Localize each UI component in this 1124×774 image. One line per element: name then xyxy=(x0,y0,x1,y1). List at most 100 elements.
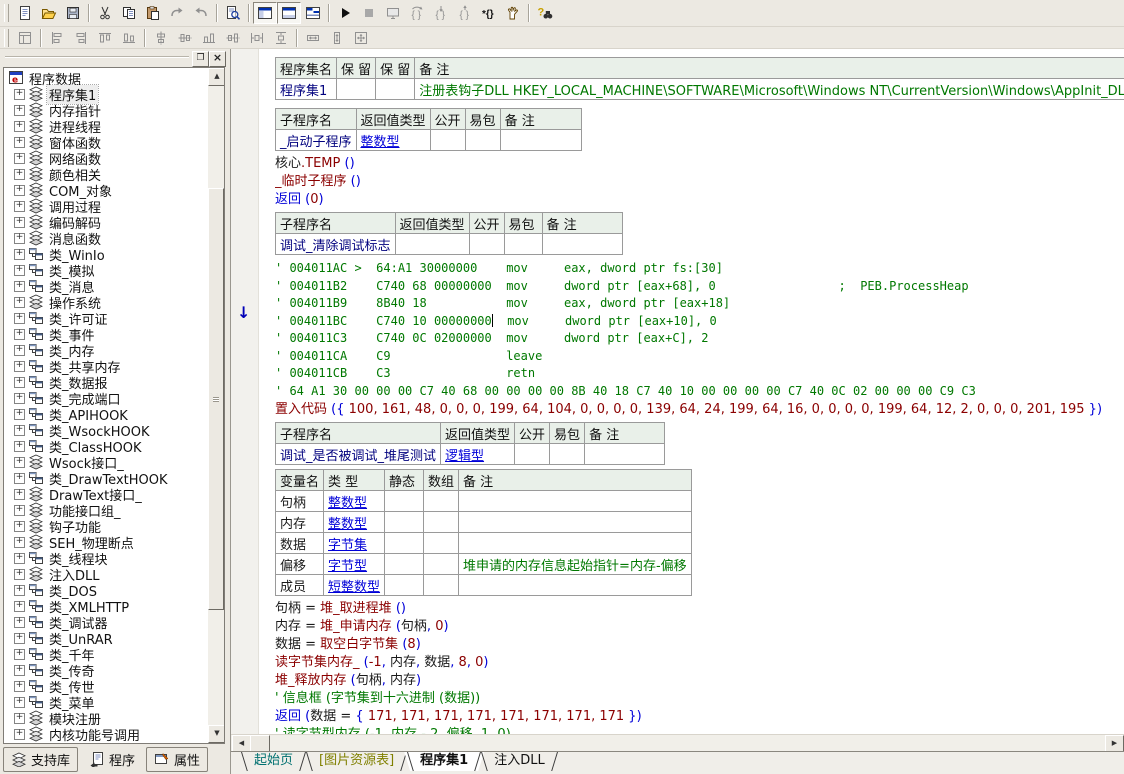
save-button[interactable] xyxy=(61,2,85,24)
window-layout-3-button[interactable] xyxy=(301,2,325,24)
expand-icon[interactable]: + xyxy=(14,313,25,324)
scroll-down-icon[interactable]: ▼ xyxy=(208,725,225,743)
code-line[interactable]: ' 信息框 (字节集到十六进制 (数据)) xyxy=(275,690,1124,708)
table-cell[interactable] xyxy=(376,79,415,100)
table-cell[interactable] xyxy=(424,491,459,512)
tree-item[interactable]: +内存指针 xyxy=(6,102,206,118)
table-cell[interactable] xyxy=(424,512,459,533)
tree-item[interactable]: +内核功能号调用 xyxy=(6,726,206,742)
table-cell[interactable] xyxy=(424,533,459,554)
table-cell[interactable] xyxy=(500,130,581,151)
code-line[interactable]: 句柄 = 堆_取进程堆 () xyxy=(275,600,1124,618)
tree-item[interactable]: +编码解码 xyxy=(6,214,206,230)
table-cell[interactable]: 数据 xyxy=(276,533,324,554)
paste-button[interactable] xyxy=(141,2,165,24)
document-tab[interactable]: 注入DLL xyxy=(478,752,561,771)
expand-icon[interactable]: + xyxy=(14,569,25,580)
expand-icon[interactable]: + xyxy=(14,553,25,564)
expand-icon[interactable]: + xyxy=(14,281,25,292)
code-line[interactable]: ' 004011CB C3 retn xyxy=(275,365,1124,383)
expand-icon[interactable]: + xyxy=(14,601,25,612)
table-cell[interactable] xyxy=(504,234,542,255)
expand-icon[interactable]: + xyxy=(14,681,25,692)
tree-item[interactable]: +调用过程 xyxy=(6,198,206,214)
expand-icon[interactable]: + xyxy=(14,345,25,356)
expand-icon[interactable]: + xyxy=(14,409,25,420)
expand-icon[interactable]: + xyxy=(14,489,25,500)
table-cell[interactable] xyxy=(459,533,692,554)
tree-item[interactable]: +网络函数 xyxy=(6,150,206,166)
table-cell[interactable] xyxy=(385,554,424,575)
panel-tab-library[interactable]: 支持库 xyxy=(3,747,78,772)
copy-button[interactable] xyxy=(117,2,141,24)
code-line[interactable]: ' 004011AC > 64:A1 30000000 mov eax, dwo… xyxy=(275,260,1124,278)
expand-icon[interactable]: + xyxy=(14,425,25,436)
table-cell[interactable] xyxy=(459,575,692,596)
table-cell[interactable]: 内存 xyxy=(276,512,324,533)
editor-content[interactable]: 程序集名保 留保 留备 注程序集1注册表钩子DLL HKEY_LOCAL_MAC… xyxy=(275,49,1124,735)
toolbar-grip[interactable] xyxy=(4,29,9,47)
code-line[interactable]: ' 004011BC C740 10 00000000 mov dword pt… xyxy=(275,313,1124,331)
table-cell[interactable] xyxy=(385,512,424,533)
tree-item[interactable]: +类_线程块 xyxy=(6,550,206,566)
table-cell[interactable]: 成员 xyxy=(276,575,324,596)
expand-icon[interactable]: + xyxy=(14,201,25,212)
run-button[interactable] xyxy=(333,2,357,24)
table-cell[interactable] xyxy=(424,554,459,575)
expand-icon[interactable]: + xyxy=(14,137,25,148)
table-cell[interactable]: 注册表钩子DLL HKEY_LOCAL_MACHINE\SOFTWARE\Mic… xyxy=(415,79,1124,100)
tree-item[interactable]: +类_UnRAR xyxy=(6,630,206,646)
expand-icon[interactable]: + xyxy=(14,393,25,404)
new-file-button[interactable] xyxy=(13,2,37,24)
expand-icon[interactable]: + xyxy=(14,153,25,164)
table-cell[interactable]: 调试_清除调试标志 xyxy=(276,234,396,255)
expand-icon[interactable]: + xyxy=(14,265,25,276)
scroll-up-icon[interactable]: ▲ xyxy=(208,68,225,86)
table-cell[interactable]: 短整数型 xyxy=(324,575,385,596)
code-line[interactable]: 内存 = 堆_申请内存 (句柄, 0) xyxy=(275,618,1124,636)
table-cell[interactable] xyxy=(459,491,692,512)
close-panel-button[interactable]: × xyxy=(209,51,226,67)
code-line[interactable]: ' 004011CA C9 leave xyxy=(275,348,1124,366)
table-cell[interactable]: 堆申请的内存信息起始指针=内存-偏移 xyxy=(459,554,692,575)
code-line[interactable]: 数据 = 取空白字节集 (8) xyxy=(275,636,1124,654)
find-button[interactable] xyxy=(221,2,245,24)
code-line[interactable]: ' 64 A1 30 00 00 00 C7 40 68 00 00 00 00… xyxy=(275,383,1124,401)
table-cell[interactable]: 字节集 xyxy=(324,533,385,554)
code-line[interactable]: 返回 (数据 = { 171, 171, 171, 171, 171, 171,… xyxy=(275,708,1124,726)
table-cell[interactable]: 整数型 xyxy=(356,130,430,151)
expand-icon[interactable]: + xyxy=(14,585,25,596)
run-to-cursor-button[interactable]: *{} xyxy=(477,2,501,24)
window-layout-2-button[interactable] xyxy=(277,2,301,24)
code-line[interactable]: _临时子程序 () xyxy=(275,173,1124,191)
table-cell[interactable] xyxy=(585,444,665,465)
table-cell[interactable] xyxy=(550,444,585,465)
horizontal-scrollbar[interactable]: ◀ ▶ xyxy=(231,734,1124,752)
table-cell[interactable] xyxy=(469,234,504,255)
expand-icon[interactable]: + xyxy=(14,361,25,372)
expand-icon[interactable]: + xyxy=(14,505,25,516)
expand-icon[interactable]: + xyxy=(14,185,25,196)
expand-icon[interactable]: + xyxy=(14,457,25,468)
tree-item[interactable]: +类_许可证 xyxy=(6,310,206,326)
tree-item[interactable]: +类_模拟 xyxy=(6,262,206,278)
expand-icon[interactable]: + xyxy=(14,729,25,740)
expand-icon[interactable]: + xyxy=(14,89,25,100)
document-tab[interactable]: 程序集1 xyxy=(404,752,484,771)
table-cell[interactable] xyxy=(459,512,692,533)
table-cell[interactable]: 整数型 xyxy=(324,491,385,512)
maximize-panel-button[interactable]: ❐ xyxy=(192,51,209,67)
expand-icon[interactable]: + xyxy=(14,121,25,132)
code-line[interactable]: 核心.TEMP () xyxy=(275,155,1124,173)
tree-item[interactable]: +注入DLL xyxy=(6,566,206,582)
tree-scrollbar[interactable]: ▲ ▼ xyxy=(208,68,224,743)
tree-item[interactable]: +类_传奇 xyxy=(6,662,206,678)
table-cell[interactable] xyxy=(385,533,424,554)
table-cell[interactable] xyxy=(465,130,500,151)
expand-icon[interactable]: + xyxy=(14,633,25,644)
tree-item[interactable]: +类_消息 xyxy=(6,278,206,294)
code-line[interactable]: 读字节集内存_ (-1, 内存, 数据, 8, 0) xyxy=(275,654,1124,672)
tree-root-item[interactable]: e程序数据 xyxy=(6,70,206,86)
document-tab[interactable]: 起始页 xyxy=(238,752,309,771)
panel-tab-properties[interactable]: 属性 xyxy=(146,747,208,772)
